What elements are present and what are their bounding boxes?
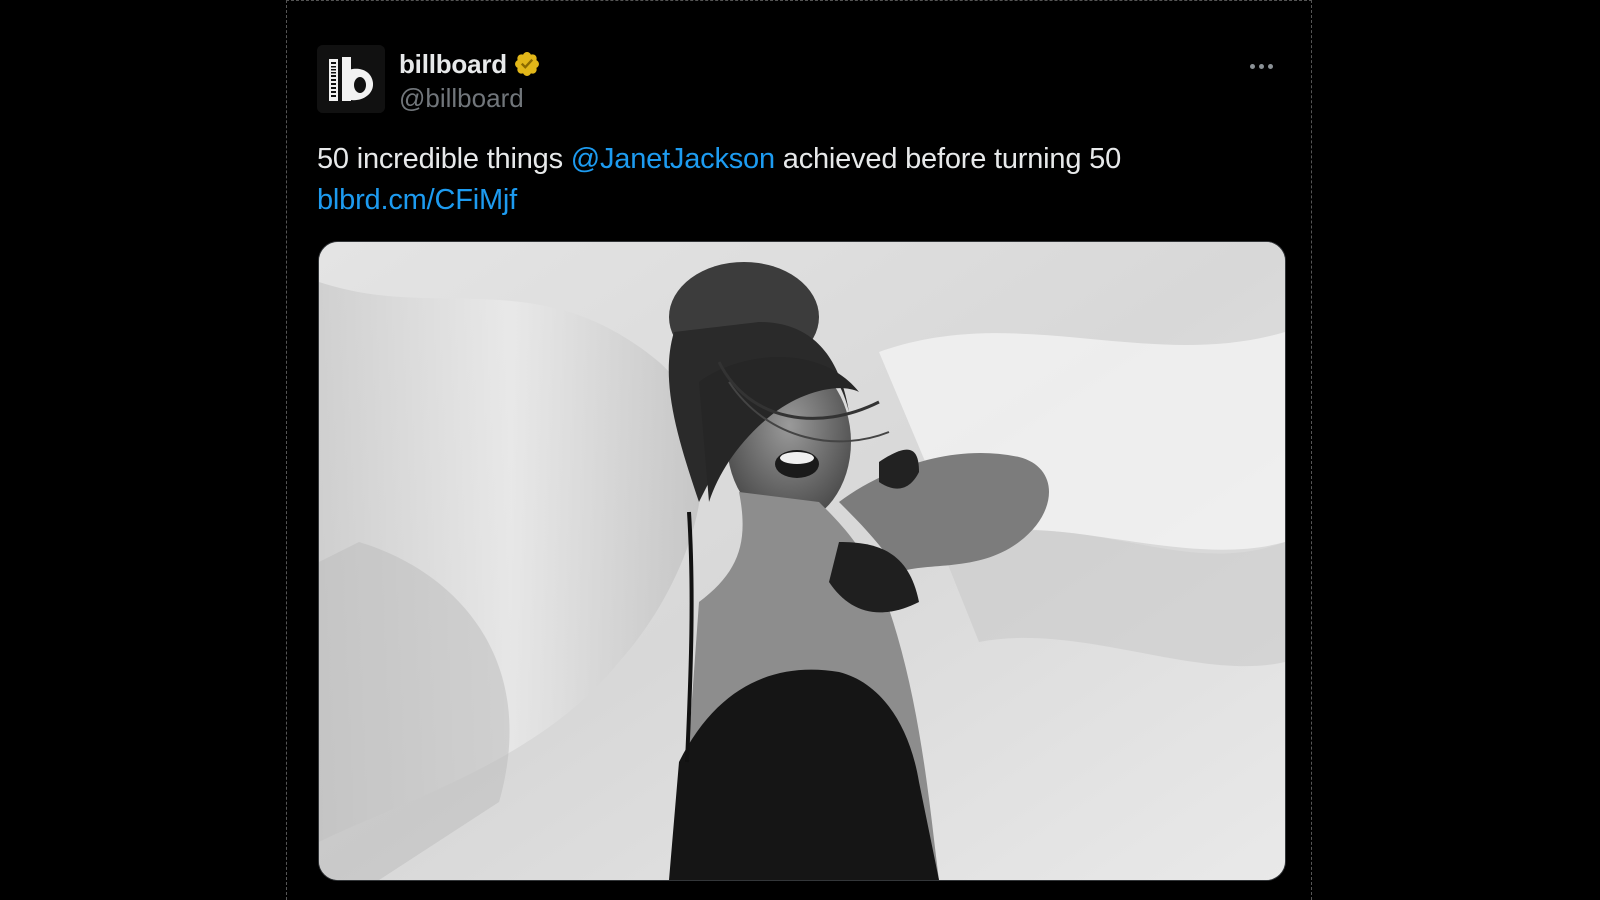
tweet-text: 50 incredible things @JanetJackson achie…	[317, 139, 1281, 221]
tweet-card: billboard @billboard 50 incredible thing…	[286, 0, 1312, 900]
url-link[interactable]: blbrd.cm/CFiMjf	[317, 184, 517, 216]
tweet-header: billboard @billboard	[317, 45, 1281, 115]
photo-image	[319, 242, 1285, 880]
more-options-button[interactable]	[1241, 51, 1281, 81]
tweet-photo[interactable]	[318, 241, 1286, 881]
avatar[interactable]	[317, 45, 385, 113]
more-dot-icon	[1267, 63, 1273, 69]
tweet-text-part: achieved before turning 50	[774, 143, 1121, 175]
author-handle[interactable]: @billboard	[399, 81, 541, 115]
more-dot-icon	[1249, 63, 1255, 69]
verified-gold-badge-icon[interactable]	[513, 50, 541, 78]
tweet-text-part: 50 incredible things	[317, 143, 571, 175]
display-name[interactable]: billboard	[399, 49, 507, 80]
author-name-block: billboard @billboard	[399, 47, 541, 115]
billboard-logo-icon	[317, 45, 385, 113]
more-dot-icon	[1258, 63, 1264, 69]
display-name-row: billboard	[399, 47, 541, 81]
mention-link[interactable]: @JanetJackson	[571, 143, 775, 175]
